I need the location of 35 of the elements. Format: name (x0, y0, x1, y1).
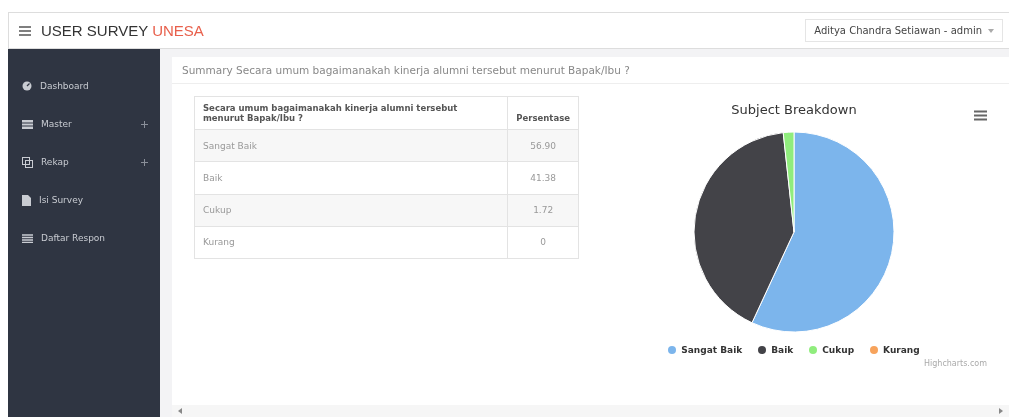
caret-icon (988, 28, 994, 33)
plus-icon (141, 158, 148, 166)
table-cell: 56.90 (507, 129, 579, 162)
legend-item[interactable]: Kurang (870, 345, 920, 355)
sidebar-item[interactable]: Daftar Respon (8, 219, 160, 257)
sidebar-item[interactable]: Isi Survey (8, 181, 160, 219)
scroll-left-icon[interactable] (178, 408, 182, 414)
table-icon (22, 119, 33, 129)
table-cell: Baik (194, 161, 508, 194)
sidebar-item[interactable]: Dashboard (8, 67, 160, 105)
table-cell: 0 (507, 226, 579, 259)
legend-item[interactable]: Baik (758, 345, 794, 355)
list-icon (22, 233, 33, 243)
sidebar-item[interactable]: Rekap (8, 143, 160, 181)
scroll-right-icon[interactable] (999, 408, 1003, 414)
legend-item[interactable]: Cukup (809, 345, 855, 355)
panel-title: Summary Secara umum bagaimanakah kinerja alumni tersebut menurut Bapak/Ibu ? (172, 57, 1009, 84)
menu-icon[interactable] (19, 25, 31, 36)
chart-title: Subject Breakdown (731, 102, 857, 117)
legend-item[interactable]: Sangat Baik (668, 345, 743, 355)
column-header: Persentase (507, 96, 579, 130)
table-cell: Cukup (194, 194, 508, 227)
table-cell: Kurang (194, 226, 508, 259)
user-menu-button[interactable]: Aditya Chandra Setiawan - admin (805, 19, 1003, 42)
dashboard-icon (22, 81, 32, 91)
plus-icon (141, 120, 148, 128)
sidebar-item[interactable]: Master (8, 105, 160, 143)
copy-icon (22, 156, 33, 168)
column-header: Secara umum bagaimanakah kinerja alumni tersebut menurut Bapak/Ibu ? (194, 96, 508, 130)
file-icon (22, 194, 31, 206)
table-cell: Sangat Baik (194, 129, 508, 162)
app-title: USER SURVEY UNESA (41, 22, 204, 39)
table-cell: 41.38 (507, 161, 579, 194)
table-cell: 1.72 (507, 194, 579, 227)
menu-icon[interactable] (974, 110, 987, 121)
